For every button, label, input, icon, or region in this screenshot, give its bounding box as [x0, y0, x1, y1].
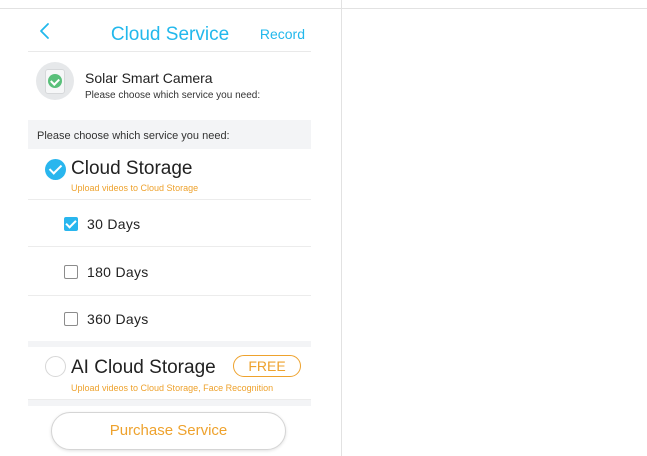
plan-name: AI Cloud Storage — [71, 357, 216, 378]
plan-name: Cloud Storage — [71, 158, 193, 179]
checkbox-checked[interactable] — [64, 217, 78, 231]
option-360-days[interactable]: 360 Days — [28, 295, 311, 341]
nav-header: Cloud Service Record — [28, 10, 311, 52]
vertical-divider — [341, 0, 342, 456]
option-30-days[interactable]: 30 Days — [28, 200, 311, 246]
divider — [28, 246, 311, 247]
section-label: Please choose which service you need: — [28, 120, 311, 149]
plan-ai-cloud-storage[interactable]: AI Cloud Storage FREE Upload videos to C… — [28, 347, 311, 399]
check-icon — [48, 74, 62, 88]
plan-description: Upload videos to Cloud Storage — [71, 183, 199, 193]
checkbox-unchecked[interactable] — [64, 312, 78, 326]
device-card: Solar Smart Camera Please choose which s… — [28, 52, 311, 120]
page-title: Cloud Service — [110, 24, 230, 45]
cloud-service-screen: Cloud Service Record Solar Smart Camera … — [28, 10, 311, 456]
plan-radio-checked[interactable] — [45, 159, 66, 180]
section-label-text: Please choose which service you need: — [37, 130, 230, 142]
option-180-days[interactable]: 180 Days — [28, 248, 311, 294]
checkbox-unchecked[interactable] — [64, 265, 78, 279]
purchase-service-button[interactable]: Purchase Service — [51, 412, 286, 450]
plan-description: Upload videos to Cloud Storage, Face Rec… — [71, 383, 274, 393]
section-spacer — [28, 400, 311, 406]
back-button[interactable] — [38, 22, 52, 40]
option-label: 30 Days — [87, 216, 141, 232]
plan-radio-unchecked[interactable] — [45, 356, 66, 377]
option-label: 180 Days — [87, 264, 149, 280]
option-label: 360 Days — [87, 311, 149, 327]
camera-icon — [36, 62, 74, 100]
record-button[interactable]: Record — [260, 26, 305, 42]
device-name: Solar Smart Camera — [85, 70, 213, 86]
top-divider — [0, 8, 647, 9]
free-badge: FREE — [233, 355, 301, 377]
plan-cloud-storage[interactable]: Cloud Storage Upload videos to Cloud Sto… — [28, 149, 311, 199]
device-subtitle: Please choose which service you need: — [85, 90, 261, 101]
chevron-left-icon — [40, 23, 49, 39]
